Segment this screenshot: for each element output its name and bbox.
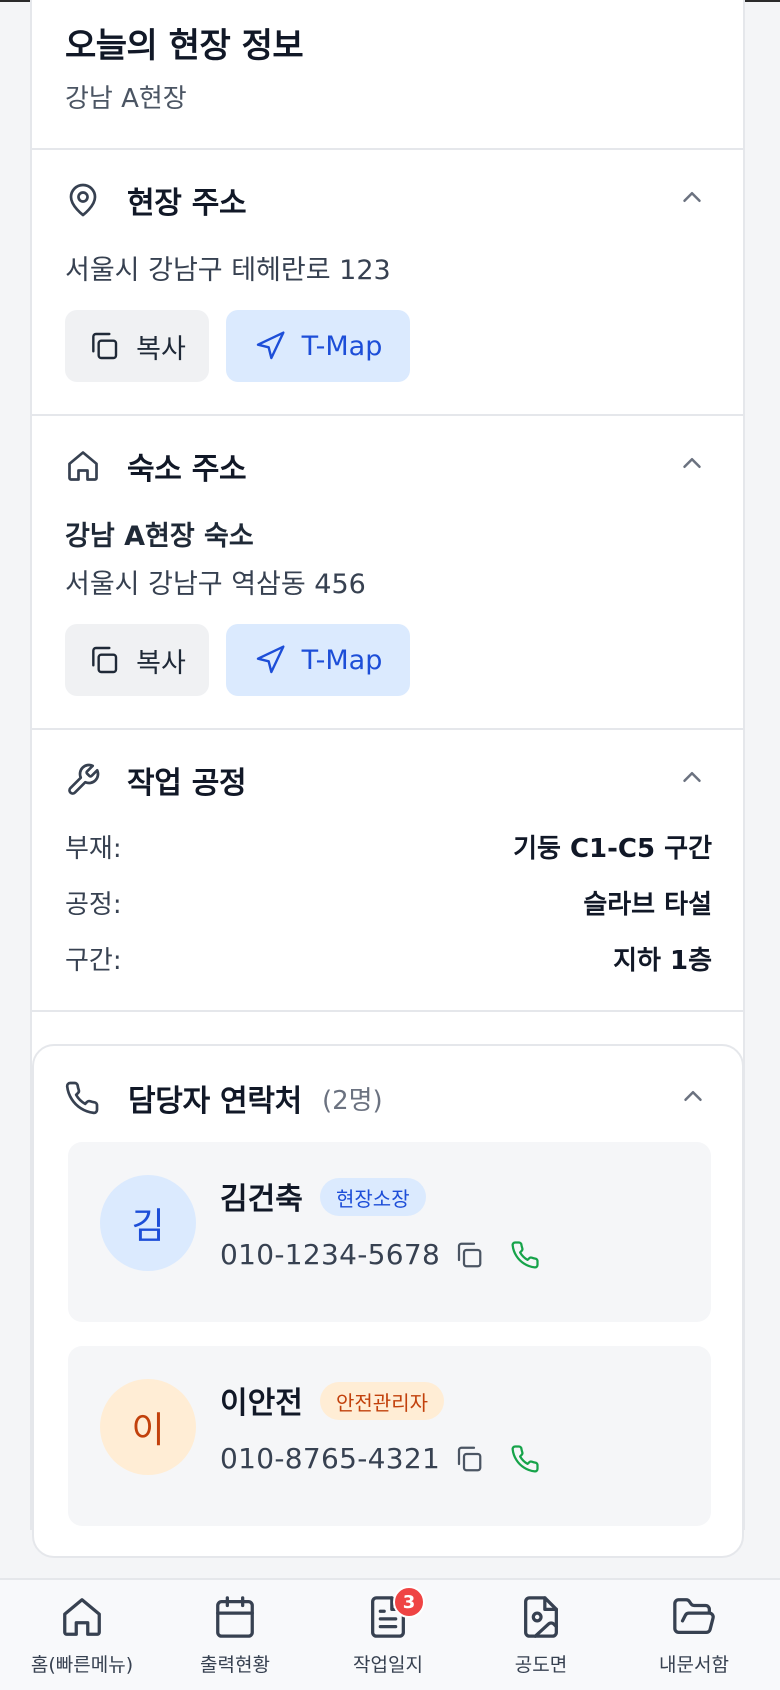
nav-label: 홈(빠른메뉴) [30,1654,134,1676]
nav-label: 내문서함 [659,1654,729,1676]
lodging-address-copy-button[interactable]: 복사 [65,624,209,696]
copy-label: 복사 [136,647,186,679]
contact-name: 김건축 [220,1182,303,1217]
avatar: 김 [100,1175,196,1271]
process-value: 지하 1층 [613,946,712,976]
chevron-up-icon[interactable] [677,448,707,478]
contact-item: 김 김건축 현장소장 010-1234-5678 [68,1142,711,1322]
contact-phone: 010-8765-4321 [220,1442,441,1475]
bottom-nav: 홈(빠른메뉴) 출력현황 3 작업일지 공도면 내문서함 [0,1578,780,1690]
lodging-name: 강남 A현장 숙소 [65,521,254,552]
contact-item: 이 이안전 안전관리자 010-8765-4321 [68,1346,711,1526]
role-badge: 현장소장 [320,1178,426,1216]
wrench-icon [65,762,101,798]
notification-badge: 3 [393,1586,425,1618]
contacts-header[interactable]: 담당자 연락처 (2명) [64,1076,383,1120]
work-process-title: 작업 공정 [127,766,247,801]
site-address-header[interactable]: 현장 주소 [65,178,247,222]
tmap-label: T-Map [301,330,383,362]
calendar-icon [212,1594,258,1640]
avatar: 이 [100,1379,196,1475]
home-icon [59,1594,105,1640]
contacts-count: (2명) [321,1085,383,1116]
header-section: 오늘의 현장 정보 강남 A현장 [32,0,743,150]
contact-phone: 010-1234-5678 [220,1238,441,1271]
site-address-tmap-button[interactable]: T-Map [226,310,410,382]
copy-icon [88,644,120,676]
nav-label: 출력현황 [200,1654,270,1676]
nav-item-work-log[interactable]: 3 작업일지 [310,1580,466,1690]
work-process-section: 작업 공정 부재: 기둥 C1-C5 구간 공정: 슬라브 타설 구간: 지하 … [32,730,743,1012]
process-key: 구간: [65,946,122,976]
process-key: 공정: [65,890,122,920]
nav-item-output-status[interactable]: 출력현황 [157,1580,313,1690]
document-icon: 3 [365,1586,425,1640]
copy-icon[interactable] [454,1240,486,1272]
contact-name: 이안전 [220,1386,303,1421]
copy-icon [88,330,120,362]
page-title: 오늘의 현장 정보 [65,26,304,66]
home-icon [65,448,101,484]
nav-item-drawings[interactable]: 공도면 [463,1580,619,1690]
contacts-title: 담당자 연락처 [128,1084,302,1119]
site-address-copy-button[interactable]: 복사 [65,310,209,382]
nav-label: 작업일지 [353,1654,423,1676]
nav-item-home[interactable]: 홈(빠른메뉴) [4,1580,160,1690]
folder-open-icon [671,1594,717,1640]
role-badge: 안전관리자 [320,1382,444,1420]
chevron-up-icon[interactable] [677,762,707,792]
chevron-up-icon[interactable] [677,182,707,212]
site-address-text: 서울시 강남구 테헤란로 123 [65,255,391,286]
process-key: 부재: [65,834,122,864]
copy-icon[interactable] [454,1444,486,1476]
chevron-up-icon[interactable] [678,1081,708,1111]
lodging-address-text: 서울시 강남구 역삼동 456 [65,569,366,600]
contacts-card: 담당자 연락처 (2명) 김 김건축 현장소장 010-1234-5678 이 … [32,1044,744,1558]
site-name: 강남 A현장 [65,84,187,114]
image-file-icon [518,1594,564,1640]
nav-item-my-documents[interactable]: 내문서함 [616,1580,772,1690]
lodging-address-tmap-button[interactable]: T-Map [226,624,410,696]
nav-label: 공도면 [514,1654,568,1676]
process-row: 공정: 슬라브 타설 [65,884,712,921]
site-address-title: 현장 주소 [127,186,247,221]
map-pin-icon [65,182,101,218]
lodging-address-section: 숙소 주소 강남 A현장 숙소 서울시 강남구 역삼동 456 복사 T-Map [32,416,743,730]
navigation-icon [254,330,286,362]
work-process-header[interactable]: 작업 공정 [65,758,247,802]
phone-icon [64,1080,100,1116]
lodging-address-header[interactable]: 숙소 주소 [65,444,247,488]
tmap-label: T-Map [301,644,383,676]
navigation-icon [254,644,286,676]
process-row: 부재: 기둥 C1-C5 구간 [65,828,712,865]
site-address-section: 현장 주소 서울시 강남구 테헤란로 123 복사 T-Map [32,150,743,416]
call-icon[interactable] [510,1444,542,1476]
process-row: 구간: 지하 1층 [65,940,712,977]
copy-label: 복사 [136,333,186,365]
call-icon[interactable] [510,1240,542,1272]
process-value: 슬라브 타설 [583,890,712,920]
lodging-address-title: 숙소 주소 [127,452,247,487]
process-value: 기둥 C1-C5 구간 [513,834,712,864]
